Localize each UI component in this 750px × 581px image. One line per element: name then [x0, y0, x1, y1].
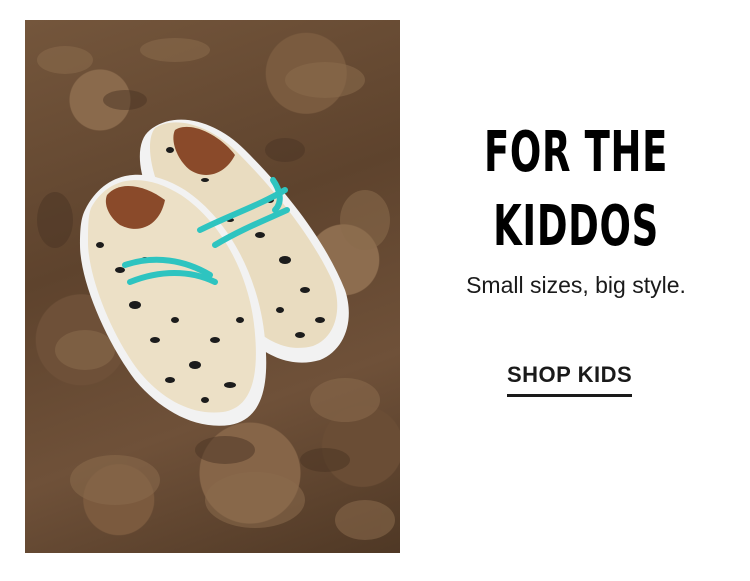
kids-shoes-photo: [25, 20, 400, 553]
promo-heading: FOR THE KIDDOS: [480, 116, 673, 264]
heading-line-1: FOR THE: [483, 120, 668, 185]
promo-subtitle: Small sizes, big style.: [466, 272, 686, 298]
heading-line-2: KIDDOS: [493, 194, 659, 259]
shoes-illustration: [37, 38, 395, 540]
shop-kids-link[interactable]: SHOP KIDS: [507, 362, 633, 397]
